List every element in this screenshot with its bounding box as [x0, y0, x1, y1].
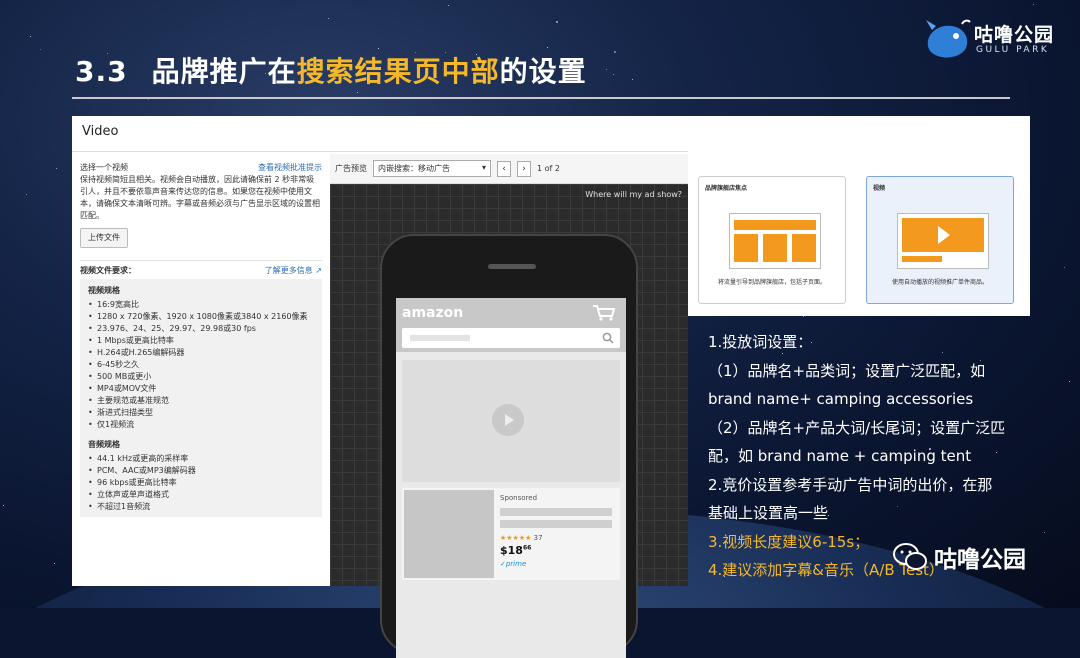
note-line: 配，如 brand name + camping tent — [708, 447, 972, 465]
spec-item: 1280 x 720像素、1920 x 1080像素或3840 x 2160像素 — [88, 311, 314, 323]
title-highlight: 搜索结果页中部 — [296, 55, 500, 88]
format-tile-store-spotlight[interactable]: 品牌旗舰店焦点 将流量引导到品牌旗舰店，包括子页面。 — [698, 176, 846, 304]
note-line: （1）品牌名+品类词；设置广泛匹配，如 — [708, 361, 986, 380]
star — [447, 5, 449, 7]
amazon-header: amazon — [396, 298, 626, 352]
title-pre: 品牌推广在 — [151, 55, 297, 88]
audio-spec-title: 音频规格 — [88, 440, 120, 449]
divider — [80, 260, 322, 261]
note-line: 基础上设置高一些 — [708, 504, 829, 522]
page-info: 1 of 2 — [537, 164, 560, 173]
spec-item: 6-45秒之久 — [88, 359, 314, 371]
view-guidelines-link[interactable]: 查看视频批准提示 — [258, 162, 322, 174]
audio-spec-list: 44.1 kHz或更高的采样率PCM、AAC或MP3编解码器96 kbps或更高… — [88, 453, 314, 513]
placement-select[interactable]: 内嵌搜索：移动广告 ▾ — [373, 160, 491, 177]
tile-title: 品牌旗舰店焦点 — [705, 185, 748, 192]
star — [613, 51, 616, 54]
logo-name: 咕噜公园 — [974, 24, 1055, 46]
preview-canvas: Where will my ad show? amazon Sponsored … — [330, 184, 688, 658]
star — [378, 47, 380, 49]
wechat-icon — [893, 543, 927, 570]
ad-preview: 广告预览 内嵌搜索：移动广告 ▾ ‹ › 1 of 2 Where will my… — [330, 154, 688, 658]
spec-item: 16:9宽高比 — [88, 299, 314, 311]
spec-item: 44.1 kHz或更高的采样率 — [88, 453, 314, 465]
spec-item: 仅1视频流 — [88, 419, 314, 431]
whale-icon — [926, 19, 971, 58]
tile-title: 视频 — [873, 185, 886, 192]
phone-mockup: amazon Sponsored ★★★★★ 37 $1866 ✓prime — [380, 234, 638, 658]
video-ad-card[interactable] — [402, 360, 620, 482]
title-placeholder — [500, 508, 612, 516]
prime-badge: ✓prime — [500, 560, 527, 568]
video-settings-panel: Video 选择一个视频 查看视频批准提示 保持视频简短且相关。视频会自动播放，… — [72, 116, 688, 658]
format-tile-video[interactable]: 视频 使用自动播放的视频推广单件商品。 — [866, 176, 1014, 304]
external-link-icon: ↗ — [315, 266, 322, 275]
note-line: 2.竞价设置参考手动广告中词的出价，在那 — [708, 475, 993, 494]
spec-box: 视频规格 16:9宽高比1280 x 720像素、1920 x 1080像素或3… — [80, 279, 322, 517]
phone-speaker — [488, 264, 536, 269]
title-post: 的设置 — [499, 55, 587, 88]
prev-page-button[interactable]: ‹ — [497, 160, 511, 177]
choose-video-label: 选择一个视频 — [80, 163, 128, 172]
spec-item: 96 kbps或更高比特率 — [88, 477, 314, 489]
spec-item: 23.976、24、25、29.97、29.98或30 fps — [88, 323, 314, 335]
spec-item: 1 Mbps或更高比特率 — [88, 335, 314, 347]
note-line: （2）品牌名+产品大词/长尾词；设置广泛匹 — [708, 418, 1006, 437]
note-line: 1.投放词设置： — [708, 333, 813, 351]
wechat-watermark: 咕噜公园 — [892, 540, 1026, 574]
file-requirements-title: 视频文件要求： — [80, 266, 136, 275]
star — [555, 21, 558, 24]
amazon-search-bar[interactable] — [402, 328, 620, 348]
cart-icon — [593, 305, 616, 321]
slide-title: 3.3 品牌推广在搜索结果页中部的设置 — [75, 50, 587, 90]
price: $1866 — [500, 544, 532, 557]
video-description: 保持视频简短且相关。视频会自动播放，因此请确保前 2 秒非常吸引人，并且不要依靠… — [80, 175, 320, 220]
store-spotlight-illustration — [729, 213, 821, 269]
where-ad-show-link[interactable]: Where will my ad show? — [585, 190, 682, 199]
video-spec-title: 视频规格 — [88, 286, 120, 295]
tile-description: 将流量引导到品牌旗舰店，包括子页面。 — [717, 279, 826, 286]
search-icon — [602, 332, 614, 344]
wechat-name: 咕噜公园 — [934, 547, 1026, 573]
title-divider — [72, 97, 1010, 99]
phone-screen: amazon Sponsored ★★★★★ 37 $1866 ✓prime — [396, 298, 626, 658]
rating-stars: ★★★★★ 37 — [500, 534, 543, 542]
spec-item: PCM、AAC或MP3编解码器 — [88, 465, 314, 477]
spec-item: 立体声或单声道格式 — [88, 489, 314, 501]
sponsored-product[interactable]: Sponsored ★★★★★ 37 $1866 ✓prime — [402, 488, 620, 580]
video-form: 选择一个视频 查看视频批准提示 保持视频简短且相关。视频会自动播放，因此请确保前… — [72, 154, 330, 586]
spec-item: 渐进式扫描类型 — [88, 407, 314, 419]
ad-format-panel: 品牌旗舰店焦点 将流量引导到品牌旗舰店，包括子页面。 视频 使用自动播放的视频推… — [688, 116, 1030, 316]
amazon-logo: amazon — [402, 305, 464, 321]
title-placeholder — [500, 520, 612, 528]
video-illustration — [897, 213, 989, 269]
next-page-button[interactable]: › — [517, 160, 531, 177]
spec-item: 主要规范或基准规范 — [88, 395, 314, 407]
spec-item: 不超过1音频流 — [88, 501, 314, 513]
chevron-down-icon: ▾ — [481, 163, 486, 172]
video-spec-list: 16:9宽高比1280 x 720像素、1920 x 1080像素或3840 x… — [88, 299, 314, 431]
upload-file-button[interactable]: 上传文件 — [80, 228, 128, 248]
logo-subtitle: GULU PARK — [976, 45, 1050, 55]
gulu-park-logo: 咕噜公园 GULU PARK — [922, 18, 1062, 62]
spec-item: MP4或MOV文件 — [88, 383, 314, 395]
preview-toolbar: 广告预览 内嵌搜索：移动广告 ▾ ‹ › 1 of 2 — [330, 154, 688, 184]
tile-description: 使用自动播放的视频推广单件商品。 — [891, 279, 988, 286]
sponsored-label: Sponsored — [500, 494, 538, 502]
spec-item: H.264或H.265编解码器 — [88, 347, 314, 359]
preview-label: 广告预览 — [335, 164, 367, 173]
panel-header: Video — [72, 116, 688, 152]
learn-more-link[interactable]: 了解更多信息 ↗ — [265, 265, 322, 277]
spec-item: 500 MB或更小 — [88, 371, 314, 383]
product-image — [404, 490, 494, 578]
play-icon — [492, 404, 524, 436]
note-line: brand name+ camping accessories — [708, 390, 974, 408]
slide-number: 3.3 — [75, 55, 128, 88]
